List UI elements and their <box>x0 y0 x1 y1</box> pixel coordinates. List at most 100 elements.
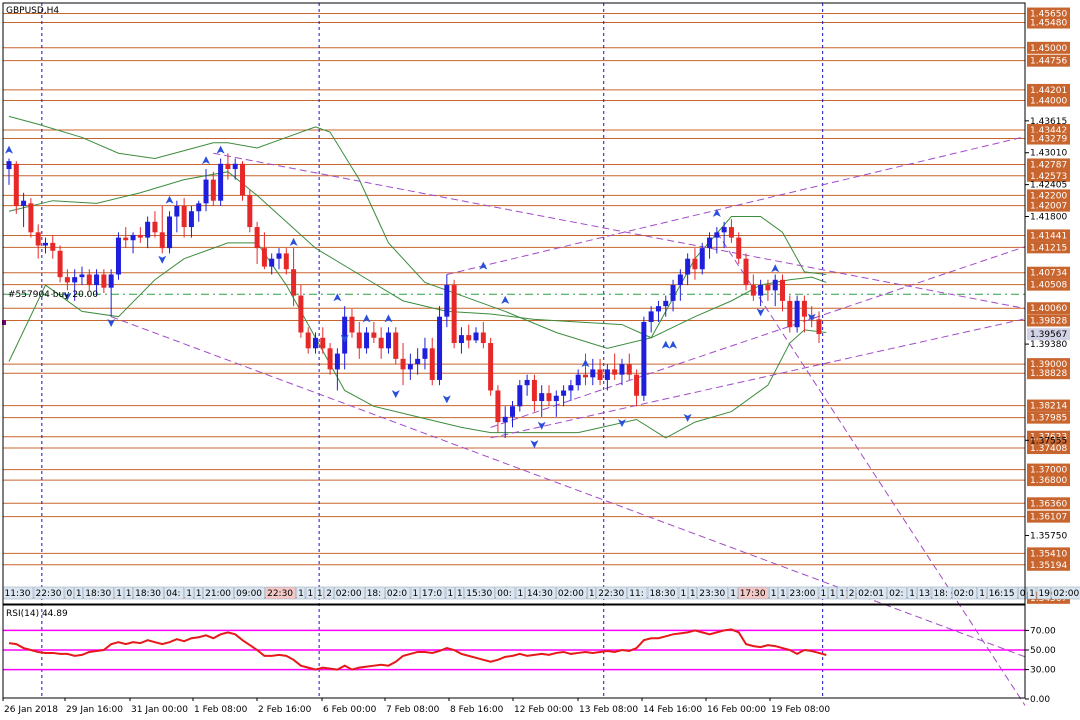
event-time-label: 23:00 <box>790 589 816 599</box>
chart-window: GBPUSD,H4 #557904 buy 20.00 1.456501.454… <box>0 0 1080 720</box>
candle-body <box>685 258 691 275</box>
event-time-label: 1 <box>830 589 836 599</box>
event-time-label: 19 <box>1039 589 1051 599</box>
candle-body <box>780 279 786 301</box>
price-label: 1.44756 <box>1030 57 1067 67</box>
event-time-label: 1 <box>780 589 786 599</box>
candle-body <box>210 179 216 201</box>
event-time-label: 22:30 <box>36 589 62 599</box>
candle-body <box>72 277 78 283</box>
event-time-label: 1 <box>126 589 132 599</box>
candle-body <box>35 232 41 246</box>
event-time-label: 11:30 <box>5 589 31 599</box>
candle-body <box>159 232 165 249</box>
candle-body <box>721 227 727 233</box>
candle-body <box>137 234 143 238</box>
event-time-label: 16:15 <box>989 589 1015 599</box>
time-axis-label: 14 Feb 16:00 <box>643 705 702 715</box>
event-time-label: 1 <box>771 589 777 599</box>
position-label: #557904 buy 20.00 <box>8 290 98 300</box>
candle-body <box>378 337 384 349</box>
event-time-label: 1 <box>298 589 304 599</box>
candle-body <box>568 385 574 391</box>
event-time-label: 1 <box>413 589 419 599</box>
candle-body <box>663 300 669 307</box>
event-time-label: 1 <box>690 589 696 599</box>
price-label: 1.40508 <box>1030 281 1067 291</box>
event-time-label: 1 <box>681 589 687 599</box>
candle-body <box>232 163 238 170</box>
candle-body <box>597 369 603 380</box>
candle-body <box>524 379 530 386</box>
event-time-label: 1 <box>589 589 595 599</box>
event-time-label: 1 <box>909 589 915 599</box>
candle-body <box>364 332 370 349</box>
price-label: 1.39828 <box>1030 316 1067 326</box>
candle-body <box>707 237 713 249</box>
candle-body <box>356 332 362 349</box>
candle-body <box>393 332 399 359</box>
candle-body <box>787 300 793 328</box>
price-label: 1.36360 <box>1030 499 1067 509</box>
candle-body <box>626 364 632 375</box>
event-time-label: 18:30 <box>650 589 676 599</box>
candle-body <box>6 161 12 170</box>
rsi-tick-label: 70.00 <box>1030 626 1056 636</box>
event-time-label: 1 <box>821 589 827 599</box>
candle-body <box>561 390 567 396</box>
candle-body <box>261 248 267 267</box>
event-time-label: 02:00 <box>336 589 362 599</box>
candle-body <box>305 332 311 349</box>
price-label: 1.44201 <box>1030 86 1067 96</box>
price-label: 1.40060 <box>1030 304 1067 314</box>
price-label: 1.35194 <box>1030 561 1067 571</box>
candle-body <box>517 385 523 407</box>
time-axis-label: 13 Feb 08:00 <box>579 705 638 715</box>
candle-body <box>794 300 800 328</box>
candle-body <box>21 200 27 206</box>
candle-body <box>816 319 822 335</box>
price-label: 1.42787 <box>1030 160 1067 170</box>
event-time-label: 1 <box>839 589 845 599</box>
candle-body <box>342 316 348 354</box>
event-time-label: 1 <box>308 589 314 599</box>
candle-body <box>145 221 151 238</box>
price-tick-label: 1.42405 <box>1030 181 1067 191</box>
event-time-label: 1 <box>1029 589 1035 599</box>
candle-body <box>765 285 771 291</box>
candle-body <box>495 390 501 423</box>
current-price-label: 1.39567 <box>1030 330 1067 340</box>
event-time-labels: 11:30 22:30 0 1 18:30 1 1 18:30 04: 1 1 21:00 09:00 2… <box>2 586 1080 600</box>
candle-body <box>488 343 494 391</box>
event-time-label: 17:0 <box>422 589 442 599</box>
candle-body <box>648 311 654 322</box>
price-tick-label: 1.37555 <box>1030 436 1067 446</box>
event-time-label: 17:30 <box>740 589 766 599</box>
event-time-label: 0 <box>67 589 73 599</box>
candle-body <box>181 205 187 228</box>
candle-body <box>466 335 472 341</box>
event-time-label: 1 <box>979 589 985 599</box>
price-label: 1.36107 <box>1030 513 1067 523</box>
rsi-tick-label: 30.00 <box>1030 666 1056 676</box>
candle-body <box>276 253 282 259</box>
price-label: 1.44000 <box>1030 97 1067 107</box>
event-time-label: 1 <box>116 589 122 599</box>
rsi-tick-label: 50.00 <box>1030 646 1056 656</box>
event-time-label: 02:01 <box>858 589 884 599</box>
event-time-label: 02:0 <box>954 589 974 599</box>
event-time-label: 15:30 <box>466 589 492 599</box>
time-axis-label: 6 Feb 00:00 <box>323 705 377 715</box>
event-time-label: 09:00 <box>236 589 262 599</box>
price-tick-label: 1.43615 <box>1030 117 1067 127</box>
rsi-tick-label: 0.00 <box>1030 695 1050 705</box>
event-time-label: 1 <box>448 589 454 599</box>
candle-body <box>327 348 333 370</box>
time-axis-label: 1 Feb 08:00 <box>194 705 248 715</box>
candle-body <box>28 203 34 233</box>
event-time-label: 1 <box>196 589 202 599</box>
event-time-label: 1 <box>186 589 192 599</box>
candle-body <box>108 274 114 288</box>
price-tick-label: 1.39380 <box>1030 340 1067 350</box>
candle-body <box>349 316 355 333</box>
